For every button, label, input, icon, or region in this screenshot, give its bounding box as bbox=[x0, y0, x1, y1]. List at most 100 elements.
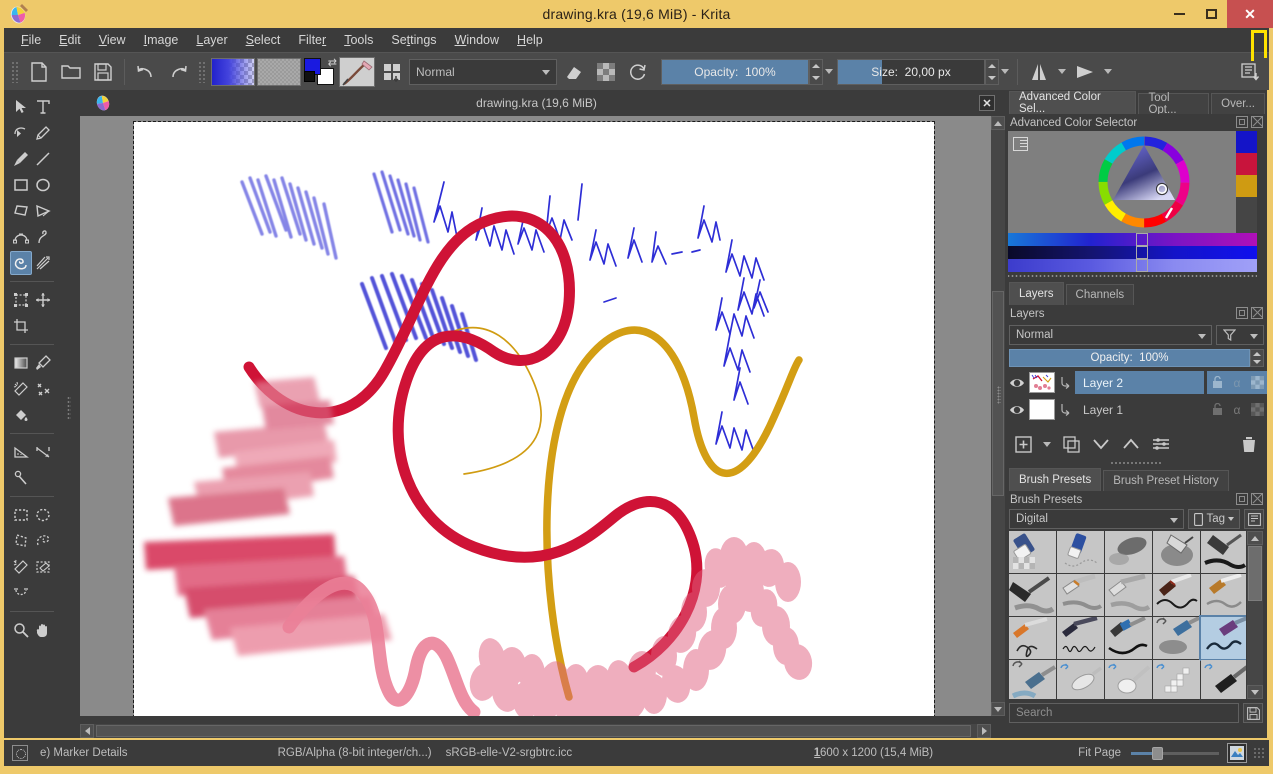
gradient-swatch[interactable] bbox=[211, 58, 255, 86]
rectangle-tool[interactable] bbox=[10, 173, 32, 197]
brush-presets-scrollbar[interactable] bbox=[1247, 531, 1263, 699]
canvas-viewport[interactable] bbox=[80, 116, 991, 716]
rectangular-selection-tool[interactable] bbox=[10, 503, 32, 527]
assistant-tool[interactable] bbox=[10, 466, 32, 490]
tab-advanced-color-selector[interactable]: Advanced Color Sel... bbox=[1009, 91, 1136, 114]
layer-name[interactable]: Layer 2 bbox=[1075, 371, 1204, 394]
menu-select[interactable]: Select bbox=[237, 31, 290, 49]
brush-scroll-up-button[interactable] bbox=[1247, 531, 1263, 545]
tab-overview[interactable]: Over... bbox=[1211, 93, 1265, 114]
brush-preset-blender-blur[interactable] bbox=[1105, 660, 1152, 699]
measure-tool[interactable] bbox=[10, 440, 32, 464]
scroll-up-button[interactable] bbox=[991, 116, 1005, 130]
gradient-tool[interactable] bbox=[10, 351, 32, 375]
bezier-curve-tool[interactable] bbox=[10, 225, 32, 249]
default-colors-icon[interactable] bbox=[304, 71, 315, 82]
layers-docker-resize-grip[interactable] bbox=[1005, 459, 1267, 467]
mirror-vertical-icon[interactable] bbox=[1070, 57, 1100, 87]
mirror-horizontal-options-icon[interactable] bbox=[1056, 59, 1068, 85]
color-selector-settings-icon[interactable] bbox=[1013, 137, 1028, 151]
brush-preset-ink-gpen[interactable] bbox=[1201, 531, 1246, 573]
menu-window[interactable]: Window bbox=[446, 31, 508, 49]
zoom-slider-handle[interactable] bbox=[1152, 747, 1163, 760]
menu-file[interactable]: File bbox=[12, 31, 50, 49]
redo-icon[interactable] bbox=[163, 57, 193, 87]
float-docker-icon[interactable] bbox=[1236, 116, 1248, 128]
new-file-icon[interactable] bbox=[24, 57, 54, 87]
opacity-slider[interactable]: Opacity: 100% bbox=[661, 59, 809, 85]
layer-visibility-toggle[interactable] bbox=[1008, 401, 1026, 419]
multibrush-tool[interactable] bbox=[32, 251, 54, 275]
polygonal-selection-tool[interactable] bbox=[10, 529, 32, 553]
size-spinner[interactable] bbox=[985, 59, 999, 85]
undo-icon[interactable] bbox=[131, 57, 161, 87]
tab-brush-presets[interactable]: Brush Presets bbox=[1009, 468, 1101, 491]
layer-lock-icon[interactable] bbox=[1207, 371, 1227, 394]
zoom-mode-label[interactable]: Fit Page bbox=[1078, 747, 1121, 759]
swap-colors-icon[interactable]: ⇄ bbox=[328, 56, 337, 69]
close-document-icon[interactable]: ✕ bbox=[979, 95, 995, 111]
scroll-right-button[interactable] bbox=[977, 724, 991, 738]
menu-edit[interactable]: Edit bbox=[50, 31, 90, 49]
advanced-color-selector[interactable] bbox=[1008, 131, 1257, 233]
layer-alpha-lock-icon[interactable] bbox=[1247, 398, 1267, 421]
color-sampler-tool[interactable] bbox=[32, 351, 54, 375]
pattern-swatch[interactable] bbox=[257, 58, 301, 86]
open-file-icon[interactable] bbox=[56, 57, 86, 87]
vertical-scroll-thumb[interactable] bbox=[992, 291, 1004, 496]
tab-brush-preset-history[interactable]: Brush Preset History bbox=[1103, 470, 1228, 491]
maximize-button[interactable] bbox=[1195, 0, 1227, 28]
color-docker-resize-grip[interactable] bbox=[1008, 272, 1257, 279]
brush-preset-airbrush-soft[interactable] bbox=[1105, 531, 1152, 573]
menu-image[interactable]: Image bbox=[135, 31, 188, 49]
layer-properties-button[interactable] bbox=[1149, 433, 1173, 455]
brush-presets-options-button[interactable] bbox=[1244, 509, 1264, 529]
brush-scroll-down-button[interactable] bbox=[1247, 685, 1263, 699]
brush-preset-blender-soft[interactable] bbox=[1057, 660, 1104, 699]
menu-view[interactable]: View bbox=[90, 31, 135, 49]
close-brush-docker-icon[interactable] bbox=[1251, 493, 1263, 505]
move-layer-up-button[interactable] bbox=[1119, 433, 1143, 455]
tab-tool-options[interactable]: Tool Opt... bbox=[1138, 93, 1209, 114]
freehand-path-tool[interactable] bbox=[32, 225, 54, 249]
brush-preset-eraser-small[interactable] bbox=[1057, 531, 1104, 573]
tab-layers[interactable]: Layers bbox=[1009, 282, 1064, 305]
brush-preset-ink-brush-wash[interactable] bbox=[1201, 574, 1246, 616]
layer-alpha-lock-icon[interactable] bbox=[1247, 371, 1267, 394]
ellipse-tool[interactable] bbox=[32, 173, 54, 197]
pan-tool[interactable] bbox=[32, 618, 54, 642]
polygon-tool[interactable] bbox=[10, 199, 32, 223]
menu-filter[interactable]: Filter bbox=[289, 31, 335, 49]
eraser-mode-icon[interactable] bbox=[559, 57, 589, 87]
add-layer-menu-icon[interactable] bbox=[1041, 433, 1053, 455]
edit-shapes-tool[interactable] bbox=[10, 121, 32, 145]
colorize-mask-tool[interactable] bbox=[10, 377, 32, 401]
minimize-button[interactable] bbox=[1163, 0, 1195, 28]
calligraphy-tool[interactable] bbox=[32, 121, 54, 145]
menu-help[interactable]: Help bbox=[508, 31, 552, 49]
bezier-selection-tool[interactable] bbox=[10, 581, 32, 605]
brush-preset-ink-pen-dark[interactable] bbox=[1201, 660, 1246, 699]
text-tool[interactable] bbox=[32, 95, 54, 119]
tab-channels[interactable]: Channels bbox=[1066, 284, 1135, 305]
brush-preset-pencil-graphite[interactable] bbox=[1057, 574, 1104, 616]
reload-preset-icon[interactable] bbox=[623, 57, 653, 87]
toolbar-grip-2[interactable] bbox=[198, 61, 206, 83]
elliptical-selection-tool[interactable] bbox=[32, 503, 54, 527]
similar-color-selection-tool[interactable] bbox=[32, 555, 54, 579]
add-layer-button[interactable] bbox=[1011, 433, 1035, 455]
smart-patch-tool[interactable] bbox=[32, 377, 54, 401]
layer-blend-mode-combo[interactable]: Normal bbox=[1009, 325, 1212, 345]
size-options-icon[interactable] bbox=[999, 59, 1011, 85]
float-layers-docker-icon[interactable] bbox=[1236, 307, 1248, 319]
canvas-preview-icon[interactable] bbox=[1227, 743, 1247, 763]
opacity-options-icon[interactable] bbox=[823, 59, 835, 85]
layer-lock-icon[interactable] bbox=[1207, 398, 1227, 421]
zoom-tool[interactable] bbox=[10, 618, 32, 642]
mirror-horizontal-icon[interactable] bbox=[1024, 57, 1054, 87]
layer-inherit-alpha-icon[interactable] bbox=[1058, 400, 1072, 420]
canvas-vertical-scrollbar[interactable] bbox=[991, 116, 1005, 716]
brush-search-input[interactable]: Search bbox=[1009, 703, 1239, 723]
brush-preset-marker-details-selected[interactable] bbox=[1201, 617, 1246, 659]
opacity-control[interactable]: Opacity: 100% bbox=[661, 58, 835, 86]
